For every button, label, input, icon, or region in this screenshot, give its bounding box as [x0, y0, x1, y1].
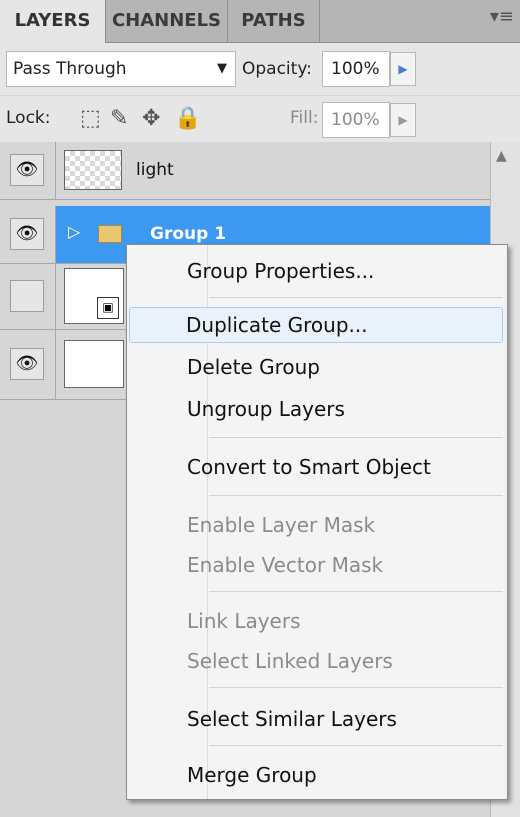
menu-item-ungroup-layers[interactable]: Ungroup Layers [129, 391, 503, 427]
blend-mode-value: Pass Through [13, 59, 127, 79]
layer-thumbnail [64, 340, 124, 388]
eye-icon[interactable]: 👁 [10, 218, 44, 250]
visibility-cell [0, 264, 56, 329]
smart-object-icon: ▣ [97, 297, 119, 319]
menu-item-group-properties[interactable]: Group Properties... [129, 253, 503, 289]
context-menu: Group Properties... Duplicate Group... D… [126, 244, 508, 800]
visibility-cell: 👁 [0, 142, 56, 199]
menu-item-delete-group[interactable]: Delete Group [129, 349, 503, 385]
visibility-cell: 👁 [0, 330, 56, 399]
menu-separator [209, 745, 503, 746]
menu-item-enable-layer-mask: Enable Layer Mask [187, 513, 376, 537]
menu-separator [209, 297, 503, 298]
eye-icon[interactable]: 👁 [10, 348, 44, 380]
menu-item-select-similar-layers[interactable]: Select Similar Layers [129, 701, 503, 737]
opacity-label: Opacity: [242, 59, 312, 79]
lock-all-icon[interactable]: 🔒 [174, 106, 201, 131]
lock-row: Lock: ⬚ ✎ ✥ 🔒 Fill: 100% ▶ [0, 96, 520, 143]
opacity-input[interactable]: 100% [322, 51, 390, 87]
opacity-slider-arrow-icon[interactable]: ▶ [390, 52, 416, 86]
chevron-down-icon: ▼ [217, 61, 227, 76]
menu-item-select-linked-layers: Select Linked Layers [187, 649, 393, 673]
lock-label: Lock: [6, 108, 51, 128]
tab-layers[interactable]: LAYERS [0, 0, 106, 43]
menu-separator [209, 495, 503, 496]
menu-item-convert-smart-object[interactable]: Convert to Smart Object [129, 449, 503, 485]
visibility-cell: 👁 [0, 206, 56, 263]
menu-item-merge-group[interactable]: Merge Group [129, 757, 503, 793]
lock-position-icon[interactable]: ✥ [142, 106, 160, 131]
fill-label: Fill: [290, 108, 319, 128]
layers-panel: LAYERS CHANNELS PATHS ▾≡ Pass Through ▼ … [0, 0, 520, 817]
tab-paths[interactable]: PATHS [228, 0, 320, 42]
lock-image-pixels-icon[interactable]: ✎ [110, 106, 128, 131]
visibility-empty-box[interactable] [10, 280, 44, 312]
tab-channels[interactable]: CHANNELS [106, 0, 228, 42]
menu-separator [209, 687, 503, 688]
menu-separator [209, 437, 503, 438]
menu-item-enable-vector-mask: Enable Vector Mask [187, 553, 384, 577]
panel-tabs: LAYERS CHANNELS PATHS ▾≡ [0, 0, 520, 43]
layer-row-light[interactable]: 👁 light [0, 142, 490, 200]
folder-icon [98, 225, 122, 243]
layer-thumbnail [64, 150, 122, 190]
lock-transparent-pixels-icon[interactable]: ⬚ [80, 106, 101, 131]
fill-input[interactable]: 100% [322, 102, 390, 138]
blend-row: Pass Through ▼ Opacity: 100% ▶ [0, 43, 520, 95]
blend-mode-select[interactable]: Pass Through ▼ [6, 51, 236, 87]
layer-name: Group 1 [150, 224, 227, 244]
menu-separator [209, 591, 503, 592]
fill-slider-arrow-icon[interactable]: ▶ [390, 103, 416, 137]
expand-triangle-icon[interactable]: ▷ [68, 222, 80, 241]
layer-name: light [136, 160, 174, 180]
menu-item-duplicate-group[interactable]: Duplicate Group... [129, 307, 503, 343]
layer-thumbnail: ▣ [64, 268, 124, 324]
menu-item-link-layers: Link Layers [187, 609, 301, 633]
scroll-up-icon[interactable]: ▲ [496, 148, 507, 164]
panel-menu-icon[interactable]: ▾≡ [490, 6, 514, 27]
eye-icon[interactable]: 👁 [10, 154, 44, 186]
